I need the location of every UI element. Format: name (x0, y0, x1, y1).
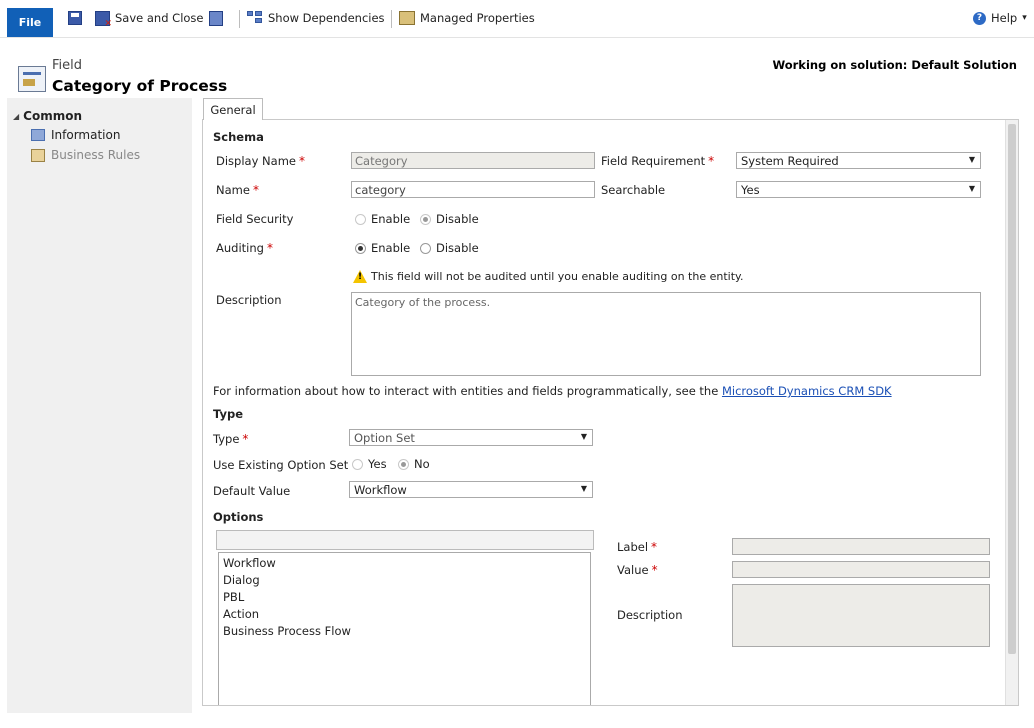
help-label: Help (991, 11, 1018, 25)
type-select[interactable]: Option Set ▼ (349, 429, 593, 446)
option-label-input[interactable] (732, 538, 990, 555)
ribbon-separator (391, 10, 392, 28)
nav-item-label: Business Rules (51, 148, 141, 162)
collapse-triangle-icon: ◢ (13, 111, 20, 121)
schema-section-title: Schema (213, 130, 264, 144)
field-security-disable-radio[interactable]: Disable (420, 212, 479, 226)
managed-properties-label: Managed Properties (420, 11, 535, 25)
general-form-panel: Schema Display Name * Category Field Requ… (202, 119, 1019, 706)
searchable-label: Searchable (601, 183, 666, 197)
list-item[interactable]: PBL (223, 589, 586, 606)
option-label-label: Label * (617, 540, 658, 554)
save-button[interactable] (68, 8, 82, 28)
vertical-scrollbar[interactable] (1005, 120, 1018, 705)
dependencies-icon (247, 11, 263, 25)
save-and-close-button[interactable]: Save and Close (95, 8, 204, 29)
list-item[interactable]: Business Process Flow (223, 623, 586, 640)
ribbon-separator (239, 10, 240, 28)
save-icon (68, 11, 82, 25)
dropdown-arrow-icon: ▼ (968, 184, 975, 193)
chevron-down-icon: ▾ (1022, 13, 1027, 23)
nav-section-label: Common (23, 109, 83, 123)
auditing-enable-radio[interactable]: Enable (355, 241, 410, 255)
name-label: Name * (216, 183, 259, 197)
scrollbar-thumb[interactable] (1008, 124, 1016, 654)
field-security-label: Field Security (216, 212, 294, 226)
auditing-label: Auditing * (216, 241, 273, 255)
sdk-note: For information about how to interact wi… (213, 384, 892, 398)
description-label: Description (216, 293, 282, 307)
page-title: Category of Process (52, 77, 228, 95)
options-toolbar (216, 530, 594, 550)
default-value-select[interactable]: Workflow ▼ (349, 481, 593, 498)
field-requirement-select[interactable]: System Required ▼ (736, 152, 981, 169)
type-section-title: Type (213, 407, 244, 421)
use-existing-no-radio[interactable]: No (398, 457, 430, 471)
left-navigation: ◢ Common Information Business Rules (7, 98, 192, 713)
display-name-label: Display Name * (216, 154, 305, 168)
auditing-disable-radio[interactable]: Disable (420, 241, 479, 255)
default-value-label: Default Value (213, 484, 291, 498)
nav-item-business-rules[interactable]: Business Rules (31, 148, 140, 162)
help-icon: ? (973, 11, 986, 25)
description-textarea[interactable]: Category of the process. (351, 292, 981, 376)
dropdown-arrow-icon: ▼ (968, 155, 975, 164)
field-requirement-label: Field Requirement * (601, 154, 715, 168)
publish-button[interactable] (209, 8, 223, 28)
field-entity-icon (18, 66, 46, 92)
option-value-label: Value * (617, 563, 658, 577)
options-list[interactable]: Workflow Dialog PBL Action Business Proc… (218, 552, 591, 705)
file-button[interactable]: File (7, 8, 53, 37)
dropdown-arrow-icon: ▼ (580, 484, 587, 493)
ribbon-toolbar: File Save and Close Show Dependencies Ma… (0, 0, 1034, 38)
warning-icon (353, 270, 367, 283)
help-button[interactable]: ? Help ▾ (973, 8, 1027, 28)
show-dependencies-button[interactable]: Show Dependencies (247, 8, 385, 28)
list-item[interactable]: Dialog (223, 572, 586, 589)
record-type-label: Field (52, 58, 83, 73)
use-existing-option-set-label: Use Existing Option Set (213, 458, 349, 472)
nav-section-common[interactable]: ◢ Common (13, 109, 82, 123)
option-value-input[interactable] (732, 561, 990, 578)
display-name-input[interactable]: Category (351, 152, 595, 169)
managed-properties-icon (399, 11, 415, 25)
dropdown-arrow-icon: ▼ (580, 432, 587, 441)
publish-icon (209, 10, 223, 26)
option-description-label: Description (617, 608, 683, 622)
sdk-link[interactable]: Microsoft Dynamics CRM SDK (722, 384, 892, 398)
audit-warning: This field will not be audited until you… (353, 270, 743, 283)
searchable-select[interactable]: Yes ▼ (736, 181, 981, 198)
use-existing-yes-radio[interactable]: Yes (352, 457, 387, 471)
managed-properties-button[interactable]: Managed Properties (399, 8, 535, 28)
nav-item-information[interactable]: Information (31, 128, 120, 142)
list-item[interactable]: Workflow (223, 555, 586, 572)
field-security-enable-radio[interactable]: Enable (355, 212, 410, 226)
solution-label: Working on solution: Default Solution (772, 58, 1017, 72)
information-icon (31, 129, 45, 141)
options-section-title: Options (213, 510, 264, 524)
type-label: Type * (213, 432, 249, 446)
save-and-close-icon (95, 10, 112, 29)
option-description-textarea[interactable] (732, 584, 990, 647)
tab-general[interactable]: General (203, 98, 263, 120)
show-dependencies-label: Show Dependencies (268, 11, 385, 25)
save-and-close-label: Save and Close (115, 11, 204, 25)
business-rules-icon (31, 148, 45, 162)
name-input[interactable]: category (351, 181, 595, 198)
nav-item-label: Information (51, 128, 121, 142)
list-item[interactable]: Action (223, 606, 586, 623)
